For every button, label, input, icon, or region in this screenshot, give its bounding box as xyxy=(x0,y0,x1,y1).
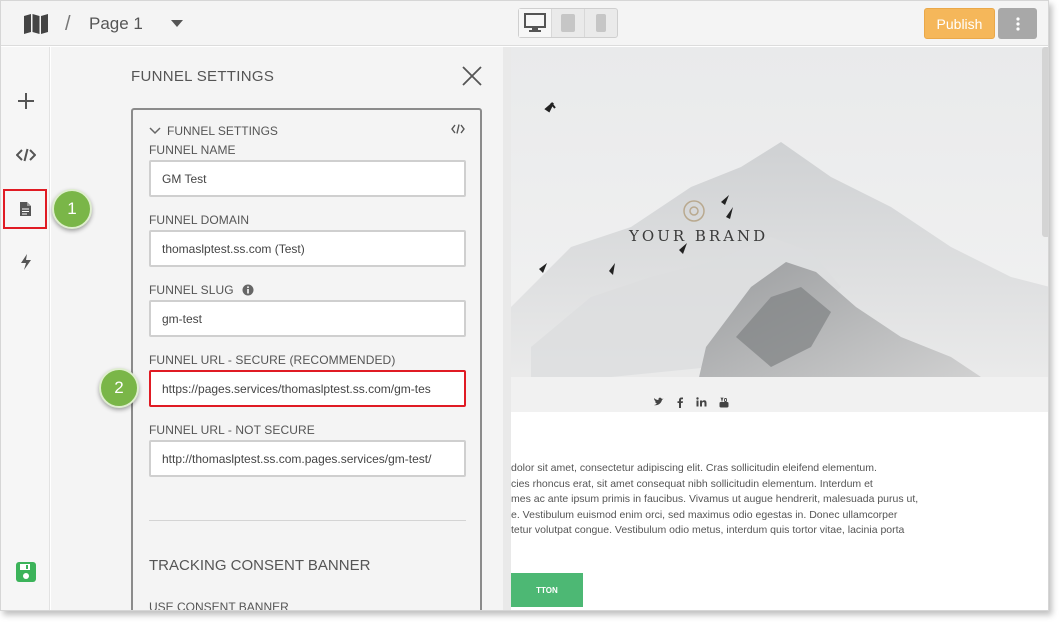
funnel-name-label: FUNNEL NAME xyxy=(149,143,236,157)
info-icon[interactable] xyxy=(242,284,254,296)
page-preview: YOUR BRAND dolor sit amet, consectetur a… xyxy=(503,47,1048,610)
brand-text: YOUR BRAND xyxy=(629,227,769,245)
close-icon[interactable] xyxy=(461,65,483,87)
tracking-consent-title: TRACKING CONSENT BANNER xyxy=(149,557,371,574)
mobile-view-button[interactable] xyxy=(585,9,617,37)
code-icon[interactable] xyxy=(451,124,465,134)
funnel-url-not-secure-input[interactable]: http://thomaslptest.ss.com.pages.service… xyxy=(149,440,466,477)
body-text-line: dolor sit amet, consectetur adipiscing e… xyxy=(511,462,877,474)
funnel-domain-select[interactable]: thomaslptest.ss.com (Test) xyxy=(149,230,466,267)
more-vertical-icon xyxy=(1015,16,1020,31)
funnel-url-secure-input[interactable]: https://pages.services/thomaslptest.ss.c… xyxy=(149,370,466,407)
desktop-icon xyxy=(524,13,546,32)
section-title: FUNNEL SETTINGS xyxy=(167,124,278,138)
body-text: dolor sit amet, consectetur adipiscing e… xyxy=(511,461,961,539)
use-consent-banner-label: USE CONSENT BANNER xyxy=(149,600,289,611)
panel-title: FUNNEL SETTINGS xyxy=(131,68,275,85)
funnel-name-input[interactable]: GM Test xyxy=(149,160,466,197)
page-settings-icon xyxy=(19,202,31,216)
funnel-slug-input[interactable]: gm-test xyxy=(149,300,466,337)
save-button[interactable] xyxy=(7,553,45,591)
preview-edge xyxy=(503,47,511,610)
tablet-view-button[interactable] xyxy=(552,9,585,37)
code-icon xyxy=(16,148,36,162)
device-toggle xyxy=(518,8,618,38)
funnel-settings-card: FUNNEL SETTINGS FUNNEL NAME GM Test FUNN… xyxy=(131,108,482,611)
desktop-view-button[interactable] xyxy=(519,9,552,37)
body-text-line: cies rhoncus erat, sit amet consequat ni… xyxy=(511,477,873,490)
more-options-button[interactable] xyxy=(998,8,1037,39)
automation-button[interactable] xyxy=(7,243,45,281)
funnel-url-not-secure-label: FUNNEL URL - NOT SECURE xyxy=(149,423,315,437)
code-button[interactable] xyxy=(7,136,45,174)
body-text-line: tetur volutpat congue. Vestibulum odio m… xyxy=(511,524,905,536)
chevron-down-icon[interactable] xyxy=(171,20,183,27)
app-window: / Page 1 Publish FUNNEL SETTINGS FUNNEL … xyxy=(0,0,1049,611)
twitter-icon[interactable] xyxy=(653,397,664,407)
mobile-icon xyxy=(596,14,606,32)
step-badge-2: 2 xyxy=(99,368,139,408)
linkedin-icon[interactable] xyxy=(696,397,707,407)
youtube-icon[interactable] xyxy=(719,397,729,408)
facebook-icon[interactable] xyxy=(676,397,684,408)
cta-button[interactable]: TTON xyxy=(511,573,583,607)
save-icon xyxy=(16,562,36,582)
page-settings-button[interactable] xyxy=(3,189,47,229)
social-links xyxy=(653,397,729,408)
body-text-line: e. Vestibulum euismod enim orci, sed max… xyxy=(511,508,898,521)
preview-scrollbar[interactable] xyxy=(1042,47,1048,237)
add-element-button[interactable] xyxy=(7,82,45,120)
map-icon[interactable] xyxy=(23,13,49,35)
page-title[interactable]: Page 1 xyxy=(89,14,143,34)
top-bar: / Page 1 Publish xyxy=(1,1,1048,46)
tablet-icon xyxy=(561,14,575,32)
funnel-url-secure-label: FUNNEL URL - SECURE (RECOMMENDED) xyxy=(149,353,396,367)
divider xyxy=(149,520,466,521)
bolt-icon xyxy=(21,254,31,270)
funnel-slug-label: FUNNEL SLUG xyxy=(149,283,234,297)
publish-button[interactable]: Publish xyxy=(924,8,995,39)
funnel-settings-panel: FUNNEL SETTINGS FUNNEL SETTINGS FUNNEL N… xyxy=(51,47,503,611)
hero-image xyxy=(511,47,1048,412)
funnel-domain-label: FUNNEL DOMAIN xyxy=(149,213,250,227)
section-header[interactable]: FUNNEL SETTINGS xyxy=(149,124,278,138)
funnel-slug-label-row: FUNNEL SLUG xyxy=(149,283,254,297)
breadcrumb-separator: / xyxy=(65,13,71,35)
body-text-line: mes ac ante ipsum primis in faucibus. Vi… xyxy=(511,493,919,505)
add-icon xyxy=(18,93,34,109)
chevron-down-icon xyxy=(149,127,161,135)
left-rail xyxy=(1,47,50,610)
step-badge-1: 1 xyxy=(52,189,92,229)
